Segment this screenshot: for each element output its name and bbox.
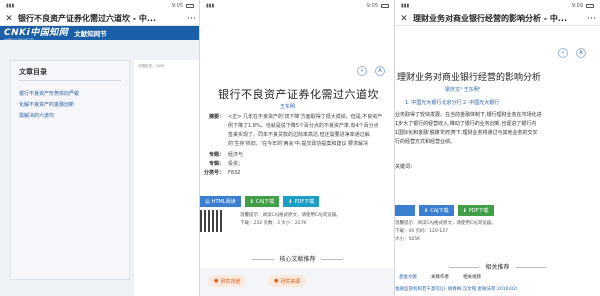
toc-item[interactable]: 银行不良资产形势依旧严峻 (19, 89, 121, 100)
abstract-text: <正> 几年在不良资产的'双下降'方面取得了很大成绩。但是,不良资产 例下降了1… (228, 114, 383, 147)
more-icon[interactable]: ⋯ (187, 14, 196, 24)
research-source-pill[interactable]: ● 研究来源 (268, 275, 307, 287)
font-larger-button[interactable]: A (375, 66, 385, 76)
battery-icon (186, 4, 194, 8)
screenshot-1: ▮▮▮ 9:05 ✕ 银行不良资产证券化需过六道坎 - 中... ⋯ CNKi中… (0, 0, 200, 296)
topic-label: 专题： (208, 152, 224, 158)
download-icon: ⬇ (288, 198, 293, 205)
reference-link[interactable]: 金融监管机构若干意见[J]. 胡春梅,汉文铭.金融法苑.2010(02) (395, 286, 518, 292)
font-larger-button[interactable]: A (576, 48, 586, 58)
download-buttons: ▤ HTML阅读 ⬇ CAJ下载 ⬇ PDF下载 (200, 196, 320, 207)
cnki-header: CNKi中国知网 中国知识基础设施工程 文献知网节 (0, 25, 200, 42)
article-title: 理财业务对商业银行经营的影响分析 (397, 73, 542, 83)
abstract-label: 摘要： (208, 114, 224, 120)
recommend-heading: 相关推荐 (395, 262, 600, 271)
pdf-download-button[interactable]: ⬇ PDF下载 (457, 205, 494, 216)
download-icon: ⬇ (462, 207, 467, 214)
carrier-icon: ▮▮▮ (206, 3, 215, 9)
page-title: 理财业务对商业银行经营的影响分析 - 中... (413, 14, 568, 23)
series-value[interactable]: 投资； (228, 160, 243, 169)
tab-related-videos[interactable]: 相关视频 (463, 274, 481, 280)
cnki-logo[interactable]: CNKi中国知网 (4, 25, 68, 38)
status-bar: ▮▮▮ 9:05 (200, 0, 395, 12)
keywords-label: 关键词： (395, 164, 416, 170)
download-stats: 温馨提示：阅读CAJ格式原文，请使用CAJ浏览器。 下载：40 页码：120-1… (395, 221, 496, 242)
pdf-download-button[interactable]: ⬇ PDF下载 (283, 196, 320, 207)
toc-title: 文章目录 (19, 67, 121, 81)
title-bar: ✕ 理财业务对商业银行经营的影响分析 - 中... ⋯ (395, 12, 600, 26)
carrier-icon: ▮▮▮ (6, 3, 15, 9)
font-smaller-button[interactable]: « (558, 48, 568, 58)
download-buttons: ⬇ CAJ下载 ⬇ PDF下载 (395, 205, 494, 216)
bulb-icon: ● (214, 278, 219, 284)
source-label: 中国投资：2005 (138, 64, 165, 68)
status-bar: ▮▮▮ 9:05 (0, 0, 200, 12)
bulb-icon: ● (274, 278, 279, 284)
more-icon[interactable]: ⋯ (587, 14, 596, 24)
page-title: 银行不良资产证券化需过六道坎 - 中... (18, 14, 157, 23)
close-icon[interactable]: ✕ (4, 14, 14, 24)
toc-item[interactable]: 需解决的六道坎 (19, 111, 121, 122)
toc-item[interactable]: 化解不良资产的金融创新 (19, 100, 121, 111)
series-label: 专辑： (208, 161, 224, 167)
html-read-button[interactable] (395, 205, 415, 216)
table-of-contents: 文章目录 银行不良资产形势依旧严峻 化解不良资产的金融创新 需解决的六道坎 (10, 60, 130, 280)
html-icon: ▤ (205, 198, 210, 205)
battery-icon (381, 4, 389, 8)
download-stats: 温馨提示：阅读CAJ格式原文，请使用CAJ浏览器。 下载：232 页数：3 大小… (240, 213, 341, 226)
recommend-heading: 核心文献推荐 (200, 254, 395, 263)
abstract-section: 摘要： <正> 几年在不良资产的'双下降'方面取得了很大成绩。但是,不良资产 例… (200, 113, 395, 178)
abstract-text: 业务取得了较快发展。在当前金融体制下,银行理财业务在市场化进 1步大了银行的经营… (395, 112, 542, 145)
topic-value[interactable]: 经济与 (228, 151, 243, 160)
caj-download-button[interactable]: ⬇ CAJ下载 (419, 205, 454, 216)
close-icon[interactable]: ✕ (399, 14, 409, 24)
recommend-tabs: 基金文献 关联作者 相关视频 (395, 274, 481, 280)
tab-related-authors[interactable]: 关联作者 (431, 274, 449, 280)
download-icon: ⬇ (249, 198, 254, 205)
author-link[interactable]: 王东明 (280, 103, 295, 110)
font-size-controls: « A (558, 48, 586, 58)
font-size-controls: « A (357, 66, 385, 76)
screenshot-3: ▮▮▮ 9:09 ✕ 理财业务对商业银行经营的影响分析 - 中... ⋯ « A… (395, 0, 600, 296)
article-title: 银行不良资产证券化需过六道坎 (218, 88, 379, 101)
clock: 9:05 (171, 3, 183, 9)
class-label: 分类号： (203, 170, 224, 176)
download-icon: ⬇ (424, 207, 429, 214)
qr-code-image (200, 210, 222, 232)
organization[interactable]: 1. 中国光大银行北京分行 2. 中国光大银行 (405, 99, 499, 106)
clock: 9:09 (571, 3, 583, 9)
carrier-icon: ▮▮▮ (401, 3, 410, 9)
section-title: 文献知网节 (74, 30, 107, 38)
status-bar: ▮▮▮ 9:09 (395, 0, 600, 12)
caj-download-button[interactable]: ⬇ CAJ下载 (244, 196, 280, 207)
html-read-button[interactable]: ▤ HTML阅读 (200, 196, 241, 207)
class-value: F832 (228, 170, 241, 176)
article-panel: 中国投资：2005 (134, 60, 200, 296)
tab-fund-docs[interactable]: 基金文献 (399, 274, 417, 280)
content-area: 文章目录 银行不良资产形势依旧严峻 化解不良资产的金融创新 需解决的六道坎 中国… (0, 40, 200, 296)
research-background-pill[interactable]: ● 研究背景 (208, 275, 247, 287)
font-smaller-button[interactable]: « (357, 66, 367, 76)
screenshot-2: ▮▮▮ 9:05 « A 银行不良资产证券化需过六道坎 王东明 摘要： <正> … (200, 0, 395, 296)
clock: 9:05 (366, 3, 378, 9)
author-links[interactable]: 梁庆文¹ 王东明² (445, 86, 481, 93)
battery-icon (586, 4, 594, 8)
